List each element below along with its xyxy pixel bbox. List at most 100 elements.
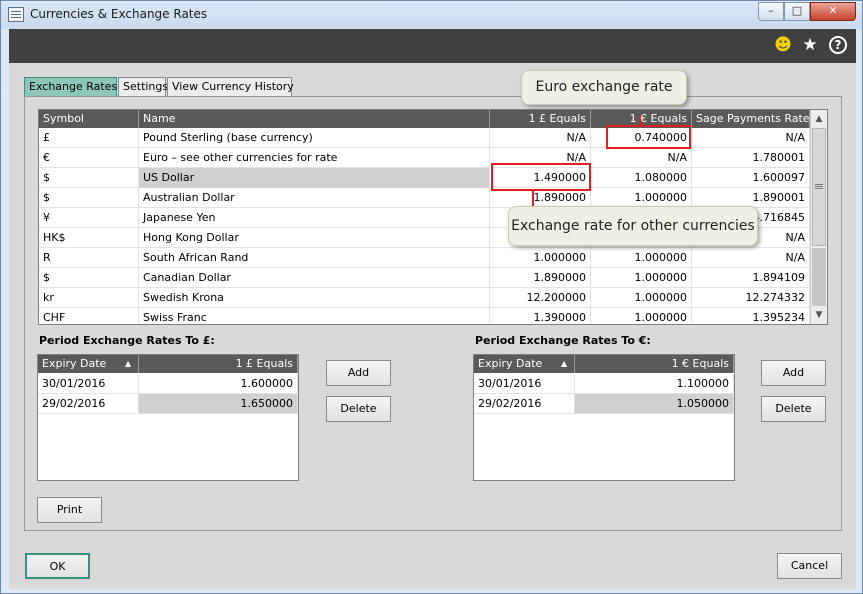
scroll-thumb[interactable] xyxy=(812,128,826,246)
cell-name: Swedish Krona xyxy=(139,288,490,308)
scroll-track[interactable] xyxy=(812,248,826,306)
cell-rate[interactable]: 1.100000 xyxy=(575,374,734,394)
cell-expiry-date[interactable]: 29/02/2016 xyxy=(38,394,139,414)
cell-gbp[interactable]: 1.890000 xyxy=(490,188,591,208)
cell-name: Euro – see other currencies for rate xyxy=(139,148,490,168)
cell-eur[interactable]: 1.000000 xyxy=(591,188,692,208)
cell-expiry-date[interactable]: 30/01/2016 xyxy=(38,374,139,394)
cell-gbp[interactable]: 12.200000 xyxy=(490,288,591,308)
title-bar: Currencies & Exchange Rates – □ ✕ xyxy=(1,1,862,29)
col-header-symbol[interactable]: Symbol xyxy=(39,110,139,128)
cell-gbp[interactable]: N/A xyxy=(490,128,591,148)
table-row[interactable]: $ Canadian Dollar 1.890000 1.000000 1.89… xyxy=(39,268,810,288)
cell-expiry-date[interactable]: 30/01/2016 xyxy=(474,374,575,394)
cell-name: Hong Kong Dollar xyxy=(139,228,490,248)
maximize-button[interactable]: □ xyxy=(784,2,810,21)
other-callout-connector xyxy=(532,190,534,206)
scroll-down-arrow-icon[interactable]: ▼ xyxy=(811,307,827,323)
grip-icon xyxy=(815,184,823,185)
ok-button[interactable]: OK xyxy=(25,553,90,579)
col-header-name[interactable]: Name xyxy=(139,110,490,128)
cell-eur[interactable]: 1.000000 xyxy=(591,248,692,268)
cell-rate[interactable]: 1.600000 xyxy=(139,374,298,394)
currencies-window: Currencies & Exchange Rates – □ ✕ ☻ ★ ? … xyxy=(0,0,863,594)
tab-settings[interactable]: Settings xyxy=(118,77,168,96)
cell-sage: N/A xyxy=(692,248,810,268)
col-header-gbp[interactable]: 1 £ Equals xyxy=(139,355,298,373)
cell-eur[interactable]: 1.080000 xyxy=(591,168,692,188)
grid-vertical-scrollbar[interactable]: ▲ ▼ xyxy=(810,110,827,324)
euro-callout-connector xyxy=(639,115,641,126)
tab-view-currency-history[interactable]: View Currency History xyxy=(167,77,294,96)
cell-symbol: $ xyxy=(39,188,139,208)
app-icon xyxy=(8,7,24,22)
cell-gbp[interactable]: 1.890000 xyxy=(490,268,591,288)
table-row[interactable]: £ Pound Sterling (base currency) N/A 0.7… xyxy=(39,128,810,148)
cell-expiry-date[interactable]: 29/02/2016 xyxy=(474,394,575,414)
euro-rate-highlight xyxy=(606,125,691,149)
cell-symbol: kr xyxy=(39,288,139,308)
cell-name: Pound Sterling (base currency) xyxy=(139,128,490,148)
header-strip: ☻ ★ ? xyxy=(9,29,856,63)
cell-eur[interactable]: 1.000000 xyxy=(591,268,692,288)
add-gbp-period-button[interactable]: Add xyxy=(326,360,391,386)
print-button[interactable]: Print xyxy=(37,497,102,523)
expiry-date-label: Expiry Date xyxy=(478,357,543,370)
close-button[interactable]: ✕ xyxy=(810,2,856,21)
cell-rate[interactable]: 1.650000 xyxy=(139,394,298,414)
cell-eur[interactable]: 1.000000 xyxy=(591,308,692,324)
cell-symbol: $ xyxy=(39,268,139,288)
cell-eur[interactable]: N/A xyxy=(591,148,692,168)
cell-sage: 12.274332 xyxy=(692,288,810,308)
expiry-date-label: Expiry Date xyxy=(42,357,107,370)
table-row[interactable]: R South African Rand 1.000000 1.000000 N… xyxy=(39,248,810,268)
sort-ascending-icon: ▲ xyxy=(125,359,132,368)
other-currencies-callout: Exchange rate for other currencies xyxy=(508,206,758,246)
minimize-button[interactable]: – xyxy=(758,2,784,21)
cell-name: US Dollar xyxy=(139,168,490,188)
col-header-eur[interactable]: 1 € Equals xyxy=(575,355,734,373)
help-icon[interactable]: ? xyxy=(829,36,847,54)
table-row[interactable]: CHF Swiss Franc 1.390000 1.000000 1.3952… xyxy=(39,308,810,324)
add-eur-period-button[interactable]: Add xyxy=(761,360,826,386)
col-header-expiry-date[interactable]: Expiry Date ▲ xyxy=(38,355,139,373)
table-row[interactable]: € Euro – see other currencies for rate N… xyxy=(39,148,810,168)
period-gbp-label: Period Exchange Rates To £: xyxy=(39,334,215,347)
window-title: Currencies & Exchange Rates xyxy=(30,7,208,21)
cell-symbol: € xyxy=(39,148,139,168)
table-row-selected[interactable]: $ US Dollar 1.490000 1.080000 1.600097 xyxy=(39,168,810,188)
cell-name: Australian Dollar xyxy=(139,188,490,208)
cell-name: Canadian Dollar xyxy=(139,268,490,288)
col-header-expiry-date[interactable]: Expiry Date ▲ xyxy=(474,355,575,373)
cell-symbol: $ xyxy=(39,168,139,188)
delete-eur-period-button[interactable]: Delete xyxy=(761,396,826,422)
cancel-button[interactable]: Cancel xyxy=(777,553,842,579)
cell-sage: N/A xyxy=(692,128,810,148)
period-eur-grid: Expiry Date ▲ 1 € Equals 30/01/2016 1.100… xyxy=(473,354,735,481)
cell-gbp[interactable]: 1.000000 xyxy=(490,248,591,268)
cell-sage: 1.890001 xyxy=(692,188,810,208)
cell-name: Japanese Yen xyxy=(139,208,490,228)
exchange-rates-panel: Symbol Name 1 £ Equals 1 € Equals Sage P… xyxy=(24,70,842,531)
cell-eur[interactable]: 1.000000 xyxy=(591,288,692,308)
cell-symbol: R xyxy=(39,248,139,268)
client-area: Exchange Rates Settings View Currency Hi… xyxy=(9,63,856,589)
col-header-gbp[interactable]: 1 £ Equals xyxy=(490,110,591,128)
col-header-sage[interactable]: Sage Payments Rate xyxy=(692,110,810,128)
cell-symbol: CHF xyxy=(39,308,139,324)
scroll-up-arrow-icon[interactable]: ▲ xyxy=(811,111,827,127)
grid-header: Symbol Name 1 £ Equals 1 € Equals Sage P… xyxy=(39,110,810,128)
cell-rate[interactable]: 1.050000 xyxy=(575,394,734,414)
table-row[interactable]: $ Australian Dollar 1.890000 1.000000 1.… xyxy=(39,188,810,208)
delete-gbp-period-button[interactable]: Delete xyxy=(326,396,391,422)
cell-name: Swiss Franc xyxy=(139,308,490,324)
table-row[interactable]: kr Swedish Krona 12.200000 1.000000 12.2… xyxy=(39,288,810,308)
cell-symbol: HK$ xyxy=(39,228,139,248)
smiley-feedback-icon[interactable]: ☻ xyxy=(773,35,793,55)
cell-gbp[interactable]: 1.390000 xyxy=(490,308,591,324)
tab-exchange-rates[interactable]: Exchange Rates xyxy=(24,77,117,97)
euro-callout: Euro exchange rate xyxy=(521,70,687,105)
star-favourite-icon[interactable]: ★ xyxy=(800,35,820,55)
cell-sage: 1.395234 xyxy=(692,308,810,324)
period-eur-label: Period Exchange Rates To €: xyxy=(475,334,651,347)
